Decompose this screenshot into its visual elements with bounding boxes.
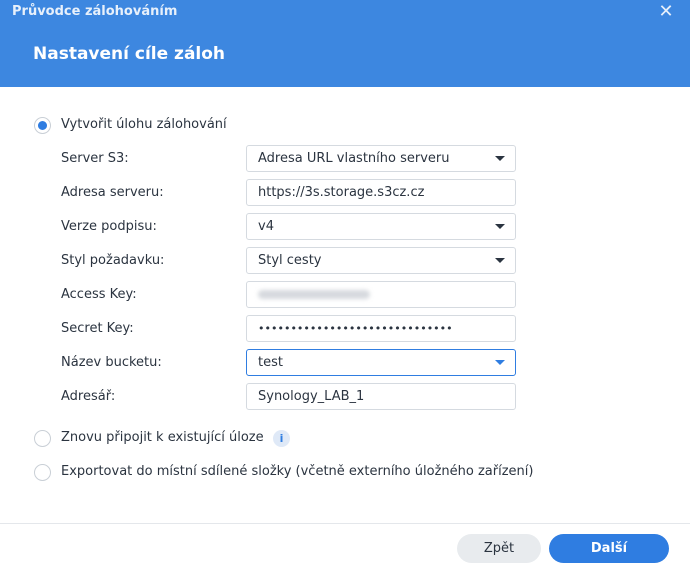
secret-key-label: Secret Key:	[61, 321, 134, 336]
window-title: Průvodce zálohováním	[12, 4, 178, 19]
close-icon[interactable]: ✕	[654, 0, 678, 24]
signature-version-select[interactable]: v4	[246, 213, 516, 240]
radio-reconnect-label: Znovu připojit k existující úloze	[61, 430, 264, 445]
bucket-name-label: Název bucketu:	[61, 355, 162, 370]
chevron-down-icon	[495, 224, 505, 229]
request-style-value: Styl cesty	[258, 253, 322, 268]
bucket-name-combobox[interactable]: test	[246, 349, 516, 376]
radio-reconnect[interactable]	[34, 430, 51, 447]
radio-create-task-label: Vytvořit úlohu zálohování	[61, 117, 227, 132]
radio-export-label: Exportovat do místní sdílené složky (vče…	[61, 464, 534, 479]
signature-version-value: v4	[258, 219, 274, 234]
back-button[interactable]: Zpět	[457, 534, 541, 563]
bucket-name-value: test	[258, 355, 283, 370]
chevron-down-icon	[495, 258, 505, 263]
server-address-input[interactable]: https://3s.storage.s3cz.cz	[246, 179, 516, 206]
info-icon[interactable]: i	[273, 430, 290, 447]
next-button[interactable]: Další	[549, 534, 669, 563]
directory-value: Synology_LAB_1	[258, 389, 365, 404]
directory-label: Adresář:	[61, 389, 116, 404]
request-style-label: Styl požadavku:	[61, 253, 165, 268]
radio-create-task[interactable]	[34, 117, 51, 134]
footer-divider	[0, 523, 690, 524]
access-key-input[interactable]	[246, 281, 516, 308]
chevron-down-icon	[495, 156, 505, 161]
secret-key-input[interactable]: ••••••••••••••••••••••••••••••	[246, 315, 516, 342]
s3-server-label: Server S3:	[61, 151, 129, 166]
directory-input[interactable]: Synology_LAB_1	[246, 383, 516, 410]
server-address-label: Adresa serveru:	[61, 185, 164, 200]
s3-server-select[interactable]: Adresa URL vlastního serveru	[246, 145, 516, 172]
wizard-header: Průvodce zálohováním ✕ Nastavení cíle zá…	[0, 0, 690, 87]
page-title: Nastavení cíle záloh	[33, 44, 226, 64]
server-address-value: https://3s.storage.s3cz.cz	[258, 185, 425, 200]
signature-version-label: Verze podpisu:	[61, 219, 157, 234]
s3-server-value: Adresa URL vlastního serveru	[258, 151, 450, 166]
request-style-select[interactable]: Styl cesty	[246, 247, 516, 274]
secret-key-value: ••••••••••••••••••••••••••••••	[258, 322, 453, 335]
access-key-redacted-value	[258, 290, 370, 299]
radio-export[interactable]	[34, 464, 51, 481]
chevron-down-icon[interactable]	[495, 360, 505, 365]
access-key-label: Access Key:	[61, 287, 137, 302]
